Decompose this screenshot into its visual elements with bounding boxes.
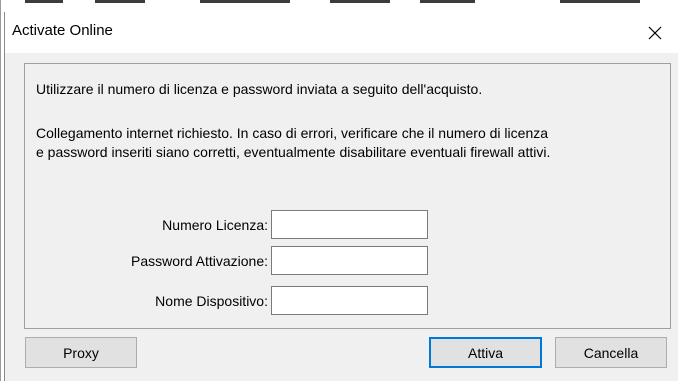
background-window-fragment bbox=[0, 0, 678, 12]
license-number-input[interactable] bbox=[271, 210, 428, 239]
activation-password-label: Password Attivazione: bbox=[131, 253, 268, 269]
proxy-button[interactable]: Proxy bbox=[25, 337, 137, 368]
activate-button[interactable]: Attiva bbox=[429, 337, 542, 368]
activation-password-input[interactable] bbox=[271, 246, 428, 275]
cancel-button[interactable]: Cancella bbox=[555, 337, 667, 368]
close-button[interactable] bbox=[632, 12, 678, 53]
background-line bbox=[420, 0, 475, 3]
instructions-line-2: Collegamento internet richiesto. In caso… bbox=[36, 125, 551, 160]
license-number-label: Numero Licenza: bbox=[162, 217, 268, 233]
device-name-label: Nome Dispositivo: bbox=[155, 293, 268, 309]
background-window-edge bbox=[0, 0, 1, 381]
close-icon bbox=[648, 26, 662, 39]
background-line bbox=[95, 0, 145, 3]
instructions-line-1: Utilizzare il numero di licenza e passwo… bbox=[36, 81, 483, 97]
instructions-panel: Utilizzare il numero di licenza e passwo… bbox=[24, 63, 671, 329]
device-name-input[interactable] bbox=[271, 286, 428, 315]
background-line bbox=[25, 0, 63, 3]
activate-online-dialog: Activate Online Utilizzare il numero di … bbox=[4, 12, 678, 381]
background-line bbox=[560, 0, 640, 3]
background-line bbox=[200, 0, 290, 3]
window-title: Activate Online bbox=[12, 22, 113, 39]
background-line bbox=[330, 0, 390, 3]
title-bar[interactable]: Activate Online bbox=[5, 12, 678, 53]
